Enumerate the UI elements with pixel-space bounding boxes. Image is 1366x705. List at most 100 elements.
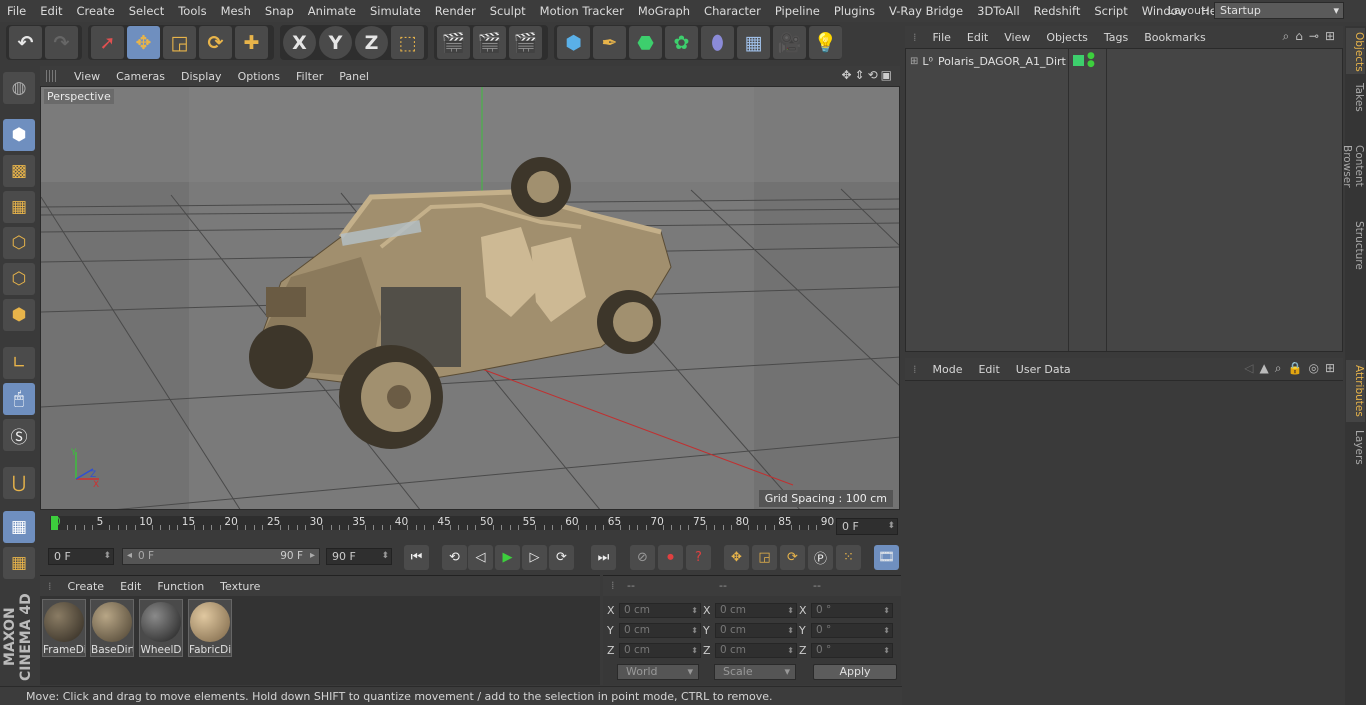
tab-content-browser[interactable]: Content Browser	[1341, 120, 1365, 212]
object-menu-bookmarks[interactable]: Bookmarks	[1136, 31, 1213, 44]
key-parameter-button[interactable]: Ⓟ	[808, 545, 833, 570]
end-frame-field[interactable]: 90 F	[326, 548, 392, 565]
autokey-button[interactable]: ⏺	[658, 545, 683, 570]
new-window-icon[interactable]: ⊞	[1325, 29, 1335, 44]
move-tool-button[interactable]: ✥	[127, 26, 160, 59]
timeline-ruler[interactable]: 0 5 10 15 20 25 30 35 40 45 50 55 60 65 70 75 80 85 90 0 F	[40, 512, 902, 542]
coordinate-system-button[interactable]: ⬚	[391, 26, 424, 59]
scale-tool-button[interactable]: ◲	[163, 26, 196, 59]
record-button[interactable]: ⊘	[630, 545, 655, 570]
menu-character[interactable]: Character	[697, 4, 768, 18]
coordinate-space-dropdown[interactable]: World	[617, 664, 699, 680]
viewport-menu-options[interactable]: Options	[230, 70, 288, 83]
expand-icon[interactable]: ⊞	[910, 56, 918, 67]
start-frame-field[interactable]: 0 F	[48, 548, 114, 565]
menu-vray-bridge[interactable]: V-Ray Bridge	[882, 4, 970, 18]
up-arrow-icon[interactable]: ▲	[1260, 361, 1269, 376]
viewport-menu-filter[interactable]: Filter	[288, 70, 331, 83]
object-name[interactable]: Polaris_DAGOR_A1_Dirt	[938, 55, 1066, 68]
search-icon[interactable]: ⌕	[1283, 29, 1290, 44]
play-button[interactable]: ▶	[495, 545, 520, 570]
material-swatch[interactable]: WheelD	[139, 599, 183, 657]
material-swatch[interactable]: BaseDirt	[90, 599, 134, 657]
light-button[interactable]: 💡	[809, 26, 842, 59]
render-view-button[interactable]: 🎬	[437, 26, 470, 59]
new-window-icon[interactable]: ⊞	[1325, 361, 1335, 376]
object-row[interactable]: ⊞ L⁰ Polaris_DAGOR_A1_Dirt ● ●	[906, 52, 1095, 70]
live-selection-button[interactable]: ➚	[91, 26, 124, 59]
key-scale-button[interactable]: ◲	[752, 545, 777, 570]
object-menu-file[interactable]: File	[925, 31, 959, 44]
floor-button[interactable]: ▦	[737, 26, 770, 59]
perspective-viewport[interactable]: Y Z X Perspective Grid Spacing : 100 cm	[40, 86, 900, 510]
menu-simulate[interactable]: Simulate	[363, 4, 428, 18]
menu-create[interactable]: Create	[70, 4, 122, 18]
undo-button[interactable]: ↶	[9, 26, 42, 59]
menu-select[interactable]: Select	[122, 4, 171, 18]
attribute-menu-mode[interactable]: Mode	[925, 363, 971, 376]
object-menu-tags[interactable]: Tags	[1096, 31, 1136, 44]
position-y-field[interactable]: 0 cm	[619, 622, 701, 638]
layer-color-icon[interactable]	[1073, 55, 1084, 66]
pan-icon[interactable]: ✥	[841, 68, 851, 82]
menu-file[interactable]: File	[0, 4, 33, 18]
size-y-field[interactable]: 0 cm	[715, 622, 797, 638]
rotation-b-field[interactable]: 0 °	[811, 642, 893, 658]
key-position-button[interactable]: ✥	[724, 545, 749, 570]
dolly-icon[interactable]: ⇕	[855, 68, 865, 82]
menu-pipeline[interactable]: Pipeline	[768, 4, 827, 18]
tweak-mode-button[interactable]: 🖱	[3, 383, 35, 415]
viewport-menu-display[interactable]: Display	[173, 70, 230, 83]
viewport-menu-panel[interactable]: Panel	[331, 70, 377, 83]
cube-button[interactable]: ⬢	[557, 26, 590, 59]
viewport-menu-view[interactable]: View	[66, 70, 108, 83]
keyframe-selection-button[interactable]: ?	[686, 545, 711, 570]
maximize-icon[interactable]: ▣	[881, 68, 892, 82]
rotation-p-field[interactable]: 0 °	[811, 622, 893, 638]
subdivision-button[interactable]: ⬣	[629, 26, 662, 59]
menu-edit[interactable]: Edit	[33, 4, 69, 18]
back-icon[interactable]: ◁	[1244, 361, 1253, 376]
position-x-field[interactable]: 0 cm	[619, 602, 701, 618]
menu-mesh[interactable]: Mesh	[214, 4, 258, 18]
camera-button[interactable]: 🎥	[773, 26, 806, 59]
tab-attributes[interactable]: Attributes	[1346, 360, 1365, 422]
menu-plugins[interactable]: Plugins	[827, 4, 882, 18]
rotation-h-field[interactable]: 0 °	[811, 602, 893, 618]
menu-3dtoall[interactable]: 3DToAll	[970, 4, 1027, 18]
lock-icon[interactable]: 🔒	[1288, 361, 1303, 376]
layout-select[interactable]: Startup	[1214, 2, 1344, 19]
object-menu-edit[interactable]: Edit	[959, 31, 996, 44]
points-mode-button[interactable]: ⬡	[3, 227, 35, 259]
position-z-field[interactable]: 0 cm	[619, 642, 701, 658]
menu-snap[interactable]: Snap	[258, 4, 301, 18]
solo-button[interactable]: Ⓢ	[3, 419, 35, 451]
goto-start-button[interactable]: ⏮	[404, 545, 429, 570]
apply-button[interactable]: Apply	[813, 664, 897, 680]
size-mode-dropdown[interactable]: Scale	[714, 664, 796, 680]
object-menu-view[interactable]: View	[996, 31, 1038, 44]
orbit-icon[interactable]: ⟲	[868, 68, 878, 82]
recent-tool-button[interactable]: ✚	[235, 26, 268, 59]
edges-mode-button[interactable]: ⬡	[3, 263, 35, 295]
menu-script[interactable]: Script	[1087, 4, 1134, 18]
goto-end-button[interactable]: ⏭	[591, 545, 616, 570]
size-x-field[interactable]: 0 cm	[715, 602, 797, 618]
prev-key-button[interactable]: ⟲	[442, 545, 467, 570]
link-icon[interactable]: ⊸	[1309, 29, 1319, 44]
x-axis-button[interactable]: X	[283, 26, 316, 59]
tab-objects[interactable]: Objects	[1346, 28, 1365, 74]
material-swatch[interactable]: FabricDi	[188, 599, 232, 657]
axis-mode-button[interactable]: ∟	[3, 347, 35, 379]
pen-button[interactable]: ✒	[593, 26, 626, 59]
snap-button[interactable]: ⋃	[3, 467, 35, 499]
material-menu-texture[interactable]: Texture	[212, 580, 268, 593]
prev-frame-button[interactable]: ◁	[468, 545, 493, 570]
tab-layers[interactable]: Layers	[1346, 426, 1365, 466]
menu-motion-tracker[interactable]: Motion Tracker	[533, 4, 631, 18]
menu-mograph[interactable]: MoGraph	[631, 4, 697, 18]
texture-mode-button[interactable]: ▩	[3, 155, 35, 187]
next-key-button[interactable]: ⟳	[549, 545, 574, 570]
menu-animate[interactable]: Animate	[301, 4, 363, 18]
polygons-mode-button[interactable]: ⬢	[3, 299, 35, 331]
